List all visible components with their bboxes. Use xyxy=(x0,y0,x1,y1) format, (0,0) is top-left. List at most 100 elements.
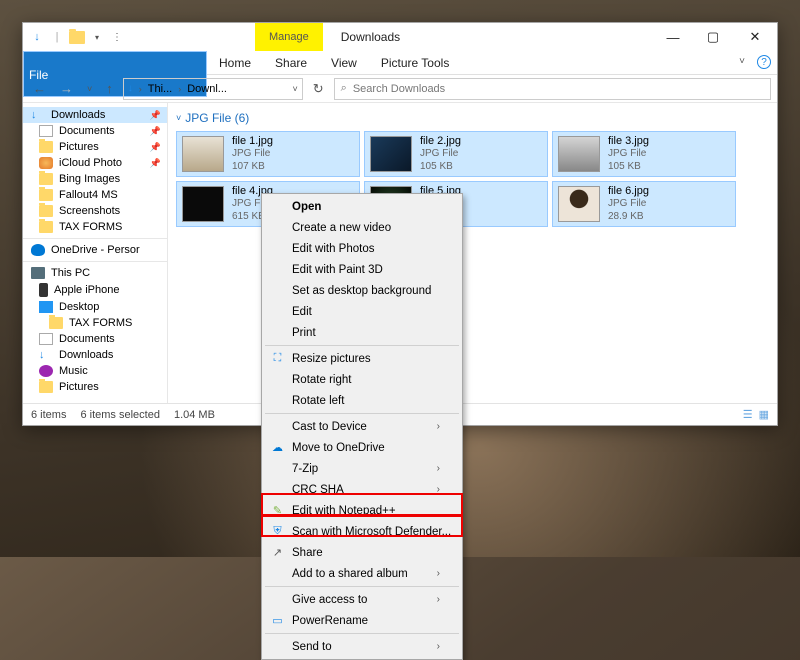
sidebar-item-pictures[interactable]: Pictures📌 xyxy=(23,139,167,155)
menu-rotate-left[interactable]: Rotate left xyxy=(264,390,460,411)
menu-share[interactable]: ↗Share xyxy=(264,542,460,563)
menu-powerrename[interactable]: ▭PowerRename xyxy=(264,610,460,631)
breadcrumb-sep: › xyxy=(176,84,183,94)
titlebar: ↓ | ▾ ⋮ Manage Downloads — ▢ ✕ xyxy=(23,23,777,51)
sidebar-item-documents[interactable]: Documents📌 xyxy=(23,123,167,139)
sidebar-item-tax2[interactable]: TAX FORMS xyxy=(23,315,167,331)
menu-move-onedrive[interactable]: ☁Move to OneDrive xyxy=(264,437,460,458)
tab-home[interactable]: Home xyxy=(207,51,263,74)
maximize-button[interactable]: ▢ xyxy=(693,23,733,51)
file-name: file 3.jpg xyxy=(608,135,649,149)
file-name: file 2.jpg xyxy=(420,135,461,149)
menu-separator xyxy=(265,345,459,346)
menu-cast[interactable]: Cast to Device› xyxy=(264,416,460,437)
group-header[interactable]: ˅ JPG File (6) xyxy=(176,109,769,131)
status-selected-count: 6 items selected xyxy=(80,409,159,421)
menu-separator xyxy=(265,633,459,634)
file-size: 105 KB xyxy=(608,161,649,174)
sidebar-item-desktop[interactable]: Desktop xyxy=(23,299,167,315)
nav-back-button[interactable]: ← xyxy=(29,81,50,96)
qat-overflow[interactable]: ⋮ xyxy=(109,29,125,45)
sidebar-item-music[interactable]: Music xyxy=(23,363,167,379)
menu-create-video[interactable]: Create a new video xyxy=(264,217,460,238)
menu-add-shared-album[interactable]: Add to a shared album› xyxy=(264,563,460,584)
pictures-icon xyxy=(39,381,53,393)
tab-picture-tools[interactable]: Picture Tools xyxy=(369,51,461,74)
sidebar-item-pictures2[interactable]: Pictures xyxy=(23,379,167,395)
minimize-button[interactable]: — xyxy=(653,23,693,51)
onedrive-icon: ☁ xyxy=(270,440,285,455)
file-name: file 1.jpg xyxy=(232,135,273,149)
menu-resize-pictures[interactable]: ⛶Resize pictures xyxy=(264,348,460,369)
nav-forward-button[interactable]: → xyxy=(56,81,77,96)
submenu-arrow-icon: › xyxy=(437,421,440,432)
file-item[interactable]: file 6.jpgJPG File28.9 KB xyxy=(552,181,736,227)
submenu-arrow-icon: › xyxy=(437,641,440,652)
menu-set-background[interactable]: Set as desktop background xyxy=(264,280,460,301)
address-box[interactable]: ↓ › Thi... › Downl... ˅ xyxy=(123,78,303,100)
tab-view[interactable]: View xyxy=(319,51,369,74)
qat-dropdown-icon[interactable]: ▾ xyxy=(89,29,105,45)
thispc-icon xyxy=(31,267,45,279)
sidebar-item-screenshots[interactable]: Screenshots xyxy=(23,203,167,219)
file-item[interactable]: file 1.jpgJPG File107 KB xyxy=(176,131,360,177)
shield-icon: ⛨ xyxy=(270,524,285,539)
menu-defender[interactable]: ⛨Scan with Microsoft Defender... xyxy=(264,521,460,542)
refresh-button[interactable]: ↻ xyxy=(309,81,328,97)
menu-send-to[interactable]: Send to› xyxy=(264,636,460,657)
view-details-icon[interactable]: ☰ xyxy=(743,408,753,421)
sidebar-item-bing[interactable]: Bing Images xyxy=(23,171,167,187)
menu-7zip[interactable]: 7-Zip› xyxy=(264,458,460,479)
status-item-count: 6 items xyxy=(31,409,66,421)
downloads-icon: ↓ xyxy=(29,29,45,45)
menu-edit-photos[interactable]: Edit with Photos xyxy=(264,238,460,259)
folder-icon xyxy=(39,189,53,201)
breadcrumb-downloads[interactable]: Downl... xyxy=(187,83,227,95)
breadcrumb-thispc[interactable]: Thi... xyxy=(148,83,172,95)
contextual-tab-manage[interactable]: Manage xyxy=(255,23,323,51)
file-type: JPG File xyxy=(420,148,461,161)
menu-open[interactable]: Open xyxy=(264,196,460,217)
address-dropdown-icon[interactable]: ˅ xyxy=(293,84,298,94)
nav-recent-dropdown[interactable]: ˅ xyxy=(83,84,96,94)
share-icon: ↗ xyxy=(270,545,285,560)
view-large-icon[interactable]: ▦ xyxy=(759,408,769,421)
breadcrumb-sep: › xyxy=(137,84,144,94)
file-item[interactable]: file 2.jpgJPG File105 KB xyxy=(364,131,548,177)
submenu-arrow-icon: › xyxy=(437,484,440,495)
tab-share[interactable]: Share xyxy=(263,51,319,74)
downloads-icon: ↓ xyxy=(39,349,53,361)
file-thumbnail xyxy=(558,186,600,222)
sidebar-item-onedrive[interactable]: OneDrive - Persor xyxy=(23,242,167,258)
collapse-icon[interactable]: ˅ xyxy=(176,113,181,123)
sidebar-item-downloads2[interactable]: ↓Downloads xyxy=(23,347,167,363)
sidebar-item-documents2[interactable]: Documents xyxy=(23,331,167,347)
sidebar-item-fallout[interactable]: Fallout4 MS xyxy=(23,187,167,203)
folder-icon xyxy=(49,317,63,329)
menu-rotate-right[interactable]: Rotate right xyxy=(264,369,460,390)
nav-up-button[interactable]: ↑ xyxy=(102,81,117,96)
file-thumbnail xyxy=(370,136,412,172)
sidebar-item-tax[interactable]: TAX FORMS xyxy=(23,219,167,235)
file-list-area[interactable]: ˅ JPG File (6) file 1.jpgJPG File107 KB … xyxy=(168,103,777,403)
search-icon: ⌕ xyxy=(341,82,347,95)
sidebar-item-iphone[interactable]: Apple iPhone xyxy=(23,281,167,299)
sidebar-item-icloud[interactable]: iCloud Photo📌 xyxy=(23,155,167,171)
menu-notepad[interactable]: ✎Edit with Notepad++ xyxy=(264,500,460,521)
sidebar-item-thispc[interactable]: This PC xyxy=(23,265,167,281)
menu-crc-sha[interactable]: CRC SHA› xyxy=(264,479,460,500)
search-box[interactable]: ⌕ Search Downloads xyxy=(334,78,771,100)
help-icon[interactable]: ? xyxy=(757,55,771,69)
desktop-icon xyxy=(39,301,53,313)
menu-print[interactable]: Print xyxy=(264,322,460,343)
sidebar-item-downloads[interactable]: ↓Downloads📌 xyxy=(23,107,167,123)
folder-icon xyxy=(69,31,85,44)
menu-edit[interactable]: Edit xyxy=(264,301,460,322)
file-type: JPG File xyxy=(608,198,649,211)
file-item[interactable]: file 3.jpgJPG File105 KB xyxy=(552,131,736,177)
close-button[interactable]: ✕ xyxy=(733,23,777,51)
ribbon-collapse-icon[interactable]: ˅ xyxy=(739,51,753,74)
menu-give-access[interactable]: Give access to› xyxy=(264,589,460,610)
documents-icon xyxy=(39,125,53,137)
menu-paint3d[interactable]: Edit with Paint 3D xyxy=(264,259,460,280)
